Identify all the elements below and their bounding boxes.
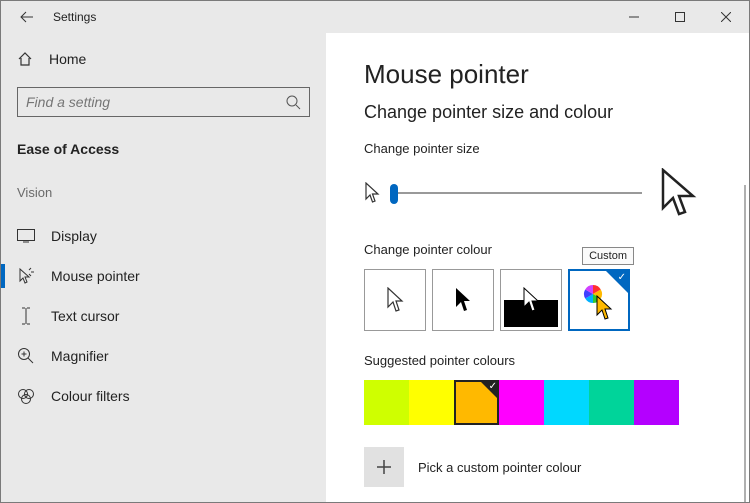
arrow-left-icon xyxy=(20,10,34,24)
cursor-white-icon xyxy=(386,287,404,313)
sidebar-home[interactable]: Home xyxy=(17,51,310,67)
text-cursor-icon xyxy=(17,307,35,325)
mouse-pointer-icon xyxy=(17,267,35,285)
cursor-large-icon xyxy=(660,168,698,218)
colour-swatch[interactable] xyxy=(499,380,544,425)
sidebar-category: Ease of Access xyxy=(17,141,310,157)
display-icon xyxy=(17,229,35,243)
search-box[interactable] xyxy=(17,87,310,117)
colour-option-black[interactable] xyxy=(432,269,494,331)
pointer-colour-label: Change pointer colour xyxy=(364,242,749,257)
back-button[interactable] xyxy=(13,1,41,33)
sidebar-item-text-cursor[interactable]: Text cursor xyxy=(1,296,310,336)
suggested-colours-label: Suggested pointer colours xyxy=(364,353,749,368)
sidebar-item-magnifier[interactable]: Magnifier xyxy=(1,336,310,376)
colour-swatch[interactable] xyxy=(544,380,589,425)
home-icon xyxy=(17,51,33,67)
minimize-icon xyxy=(629,12,639,22)
pointer-size-label: Change pointer size xyxy=(364,141,749,156)
sidebar-item-label: Display xyxy=(51,228,97,244)
pick-custom-colour-button[interactable] xyxy=(364,447,404,487)
colour-swatch[interactable]: ✓ xyxy=(454,380,499,425)
sidebar-item-label: Mouse pointer xyxy=(51,268,140,284)
close-button[interactable] xyxy=(703,1,749,33)
sidebar-home-label: Home xyxy=(49,51,86,67)
content-pane: Mouse pointer Change pointer size and co… xyxy=(326,33,749,502)
page-subtitle: Change pointer size and colour xyxy=(364,102,749,123)
cursor-inverted-icon xyxy=(522,287,540,313)
sidebar-group-label: Vision xyxy=(17,185,310,200)
plus-icon xyxy=(377,460,391,474)
page-title: Mouse pointer xyxy=(364,59,749,90)
settings-window: Settings Home Ease of Access Vision xyxy=(0,0,750,503)
magnifier-icon xyxy=(17,347,35,365)
suggested-colours-row: ✓ xyxy=(364,380,749,425)
sidebar-item-label: Text cursor xyxy=(51,308,119,324)
close-icon xyxy=(721,12,731,22)
search-icon xyxy=(285,94,301,110)
sidebar-item-label: Magnifier xyxy=(51,348,109,364)
sidebar-item-display[interactable]: Display xyxy=(1,216,310,256)
minimize-button[interactable] xyxy=(611,1,657,33)
sidebar-item-colour-filters[interactable]: Colour filters xyxy=(1,376,310,416)
maximize-icon xyxy=(675,12,685,22)
colour-swatch[interactable] xyxy=(589,380,634,425)
pick-custom-colour-label: Pick a custom pointer colour xyxy=(418,460,581,475)
cursor-small-icon xyxy=(364,182,380,204)
scrollbar[interactable] xyxy=(744,185,746,502)
window-title: Settings xyxy=(53,10,96,24)
colour-filters-icon xyxy=(17,387,35,405)
colour-option-inverted[interactable] xyxy=(500,269,562,331)
slider-thumb[interactable] xyxy=(390,184,398,204)
pointer-size-slider[interactable] xyxy=(390,192,642,194)
colour-option-white[interactable] xyxy=(364,269,426,331)
colour-swatch[interactable] xyxy=(634,380,679,425)
cursor-black-icon xyxy=(454,287,472,313)
search-input[interactable] xyxy=(26,94,285,110)
tooltip: Custom xyxy=(582,247,634,265)
sidebar-item-label: Colour filters xyxy=(51,388,130,404)
colour-option-custom[interactable]: Custom ✓ xyxy=(568,269,630,331)
title-bar: Settings xyxy=(1,1,749,33)
sidebar: Home Ease of Access Vision Display Mouse… xyxy=(1,33,326,502)
colour-swatch[interactable] xyxy=(364,380,409,425)
maximize-button[interactable] xyxy=(657,1,703,33)
sidebar-item-mouse-pointer[interactable]: Mouse pointer xyxy=(1,256,310,296)
colour-swatch[interactable] xyxy=(409,380,454,425)
